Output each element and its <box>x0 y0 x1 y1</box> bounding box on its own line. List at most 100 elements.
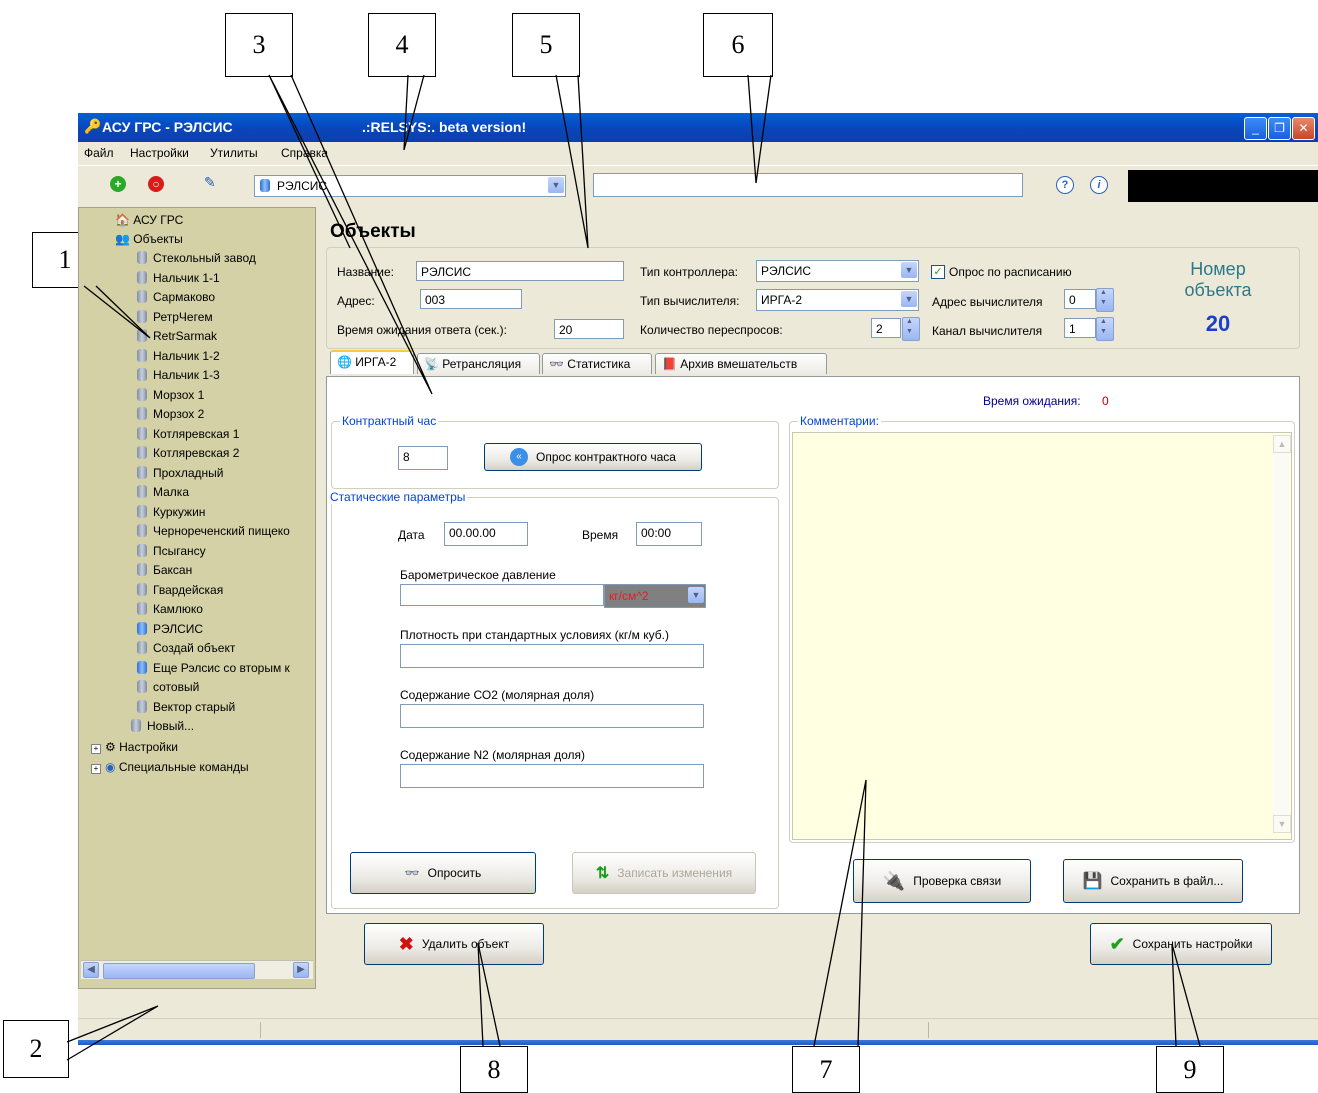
object-number-label: Номер объекта <box>1184 259 1252 300</box>
tree-item[interactable]: Морзох 2 <box>137 407 204 421</box>
tree-item[interactable]: сотовый <box>137 680 199 694</box>
chevron-down-icon[interactable]: ▼ <box>548 177 564 193</box>
expand-icon[interactable]: + <box>91 744 101 754</box>
tree-item[interactable]: Еще Рэлсис со вторым к <box>137 660 290 675</box>
calc-channel-field[interactable]: 1 <box>1064 318 1096 338</box>
tree-item[interactable]: РетрЧегем <box>137 309 213 324</box>
menu-help[interactable]: Справка <box>281 146 328 160</box>
tab-relay[interactable]: 📡 Ретрансляция <box>417 353 540 374</box>
expand-icon[interactable]: + <box>91 764 101 774</box>
object-select[interactable]: РЭЛСИС ▼ <box>254 175 566 197</box>
check-circle-icon: ◉ <box>105 760 116 774</box>
poll-contract-hour-button[interactable]: « Опрос контрактного часа <box>484 443 702 471</box>
chevron-down-icon[interactable]: ▼ <box>688 587 704 603</box>
tree-item[interactable]: Прохладный <box>137 465 223 480</box>
comments-textarea[interactable]: ▲ ▼ <box>792 432 1292 840</box>
tree-item[interactable]: RetrSarmak <box>137 329 217 343</box>
tree-settings[interactable]: + ⚙ Настройки <box>91 740 178 754</box>
tree-item[interactable]: Новый... <box>131 719 194 733</box>
menu-utilities[interactable]: Утилиты <box>210 146 258 160</box>
tab-statistics[interactable]: 👓 Статистика <box>542 353 652 374</box>
delete-object-button[interactable]: ✖ Удалить объект <box>364 923 544 965</box>
tree-item[interactable]: Стекольный завод <box>137 251 256 265</box>
message-field[interactable] <box>593 173 1023 197</box>
scroll-up-icon[interactable]: ▲ <box>1273 435 1291 453</box>
chevron-down-icon[interactable]: ▼ <box>901 262 917 278</box>
tree-item[interactable]: Баксан <box>137 563 192 577</box>
tree-item[interactable]: Котляревская 2 <box>137 446 239 460</box>
name-field[interactable]: РЭЛСИС <box>416 261 624 281</box>
help-icon[interactable]: ? <box>1056 176 1074 194</box>
scroll-right-icon[interactable]: ▶ <box>293 962 309 978</box>
chevron-down-icon[interactable]: ▼ <box>901 291 917 307</box>
tree-root[interactable]: 🏠 АСУ ГРС <box>115 213 183 227</box>
calc-type-select[interactable]: ИРГА-2 ▼ <box>756 289 919 311</box>
save-to-file-button[interactable]: 💾 Сохранить в файл... <box>1063 859 1243 903</box>
calc-address-field[interactable]: 0 <box>1064 289 1096 309</box>
menu-file[interactable]: Файл <box>84 146 114 160</box>
tree-special[interactable]: + ◉ Специальные команды <box>91 760 249 774</box>
tree-item[interactable]: РЭЛСИС <box>137 621 204 636</box>
minimize-button[interactable]: _ <box>1244 117 1267 140</box>
check-link-button[interactable]: 🔌 Проверка связи <box>853 859 1031 903</box>
co2-field[interactable] <box>400 704 704 728</box>
close-button[interactable]: ✕ <box>1292 117 1315 140</box>
write-changes-button[interactable]: ⇅ Записать изменения <box>572 852 756 894</box>
maximize-button[interactable]: ❐ <box>1268 117 1291 140</box>
object-icon <box>260 179 270 192</box>
tree-item[interactable]: Вектор старый <box>137 699 235 714</box>
tree-item[interactable]: Гвардейская <box>137 582 223 597</box>
tree-item[interactable]: Псыгансу <box>137 543 206 558</box>
scroll-down-icon[interactable]: ▼ <box>1273 815 1291 833</box>
add-icon[interactable]: + <box>110 176 126 192</box>
tree-item[interactable]: Морзох 1 <box>137 387 204 402</box>
schedule-checkbox[interactable]: ✓ <box>931 265 945 279</box>
tree-item[interactable]: Нальчик 1-3 <box>137 368 220 382</box>
title-bar[interactable]: 🔑 АСУ ГРС - РЭЛСИС .:RELSYS:. beta versi… <box>78 113 1318 142</box>
stop-icon[interactable]: ○ <box>148 176 164 192</box>
contract-hour-group: Контрактный час 8 « Опрос контрактного ч… <box>331 414 779 489</box>
tree-item[interactable]: Создай объект <box>137 641 235 655</box>
callout-8: 8 <box>460 1046 528 1093</box>
timeout-field[interactable]: 20 <box>554 319 624 339</box>
calc-channel-label: Канал вычислителя <box>932 324 1043 338</box>
tree-item[interactable]: Черноречeнский пищеко <box>137 524 290 538</box>
tree-item[interactable]: Сармаково <box>137 290 215 304</box>
scroll-thumb[interactable] <box>103 963 255 979</box>
date-field[interactable]: 00.00.00 <box>444 522 528 546</box>
density-field[interactable] <box>400 644 704 668</box>
pressure-field[interactable] <box>400 584 604 606</box>
tree-item[interactable]: Нальчик 1-2 <box>137 348 220 363</box>
calc-channel-spinner[interactable] <box>1096 317 1114 341</box>
tree-item-label: Малка <box>153 485 189 499</box>
tab-archive[interactable]: 📕 Архив вмешательств <box>655 353 827 374</box>
retries-field[interactable]: 2 <box>871 318 901 338</box>
time-field[interactable]: 00:00 <box>636 522 702 546</box>
retries-spinner[interactable] <box>902 317 920 341</box>
controller-type-select[interactable]: РЭЛСИС ▼ <box>756 260 919 282</box>
contract-hour-field[interactable]: 8 <box>398 446 448 470</box>
tab-irga[interactable]: 🌐 ИРГА-2 <box>330 350 414 374</box>
tree-item[interactable]: Котляревская 1 <box>137 426 239 441</box>
poll-button[interactable]: 👓 Опросить <box>350 852 536 894</box>
horizontal-scrollbar[interactable]: ◀ ▶ <box>81 960 313 979</box>
save-settings-button[interactable]: ✔ Сохранить настройки <box>1090 923 1272 965</box>
tree-item-label: Куркужин <box>153 504 206 519</box>
tree-item[interactable]: Нальчик 1-1 <box>137 270 220 285</box>
info-icon[interactable]: i <box>1090 176 1108 194</box>
menu-settings[interactable]: Настройки <box>130 146 189 160</box>
floppy-icon: 💾 <box>1082 873 1103 890</box>
pressure-unit-select[interactable]: кг/см^2 ▼ <box>604 584 706 608</box>
tree-item[interactable]: Камлюко <box>137 602 203 616</box>
vertical-scrollbar[interactable]: ▲ ▼ <box>1273 435 1291 833</box>
tree-item-label: Новый... <box>147 719 195 733</box>
edit-icon[interactable]: ✎ <box>204 174 216 191</box>
address-field[interactable]: 003 <box>420 289 522 309</box>
scroll-left-icon[interactable]: ◀ <box>83 962 99 978</box>
n2-field[interactable] <box>400 764 704 788</box>
tree-item-label: РЭЛСИС <box>153 621 204 636</box>
tree-item[interactable]: Куркужин <box>137 504 206 519</box>
calc-address-spinner[interactable] <box>1096 288 1114 312</box>
tree-item[interactable]: Малка <box>137 485 189 499</box>
tree-objects-folder[interactable]: 👥 Объекты <box>115 232 183 246</box>
